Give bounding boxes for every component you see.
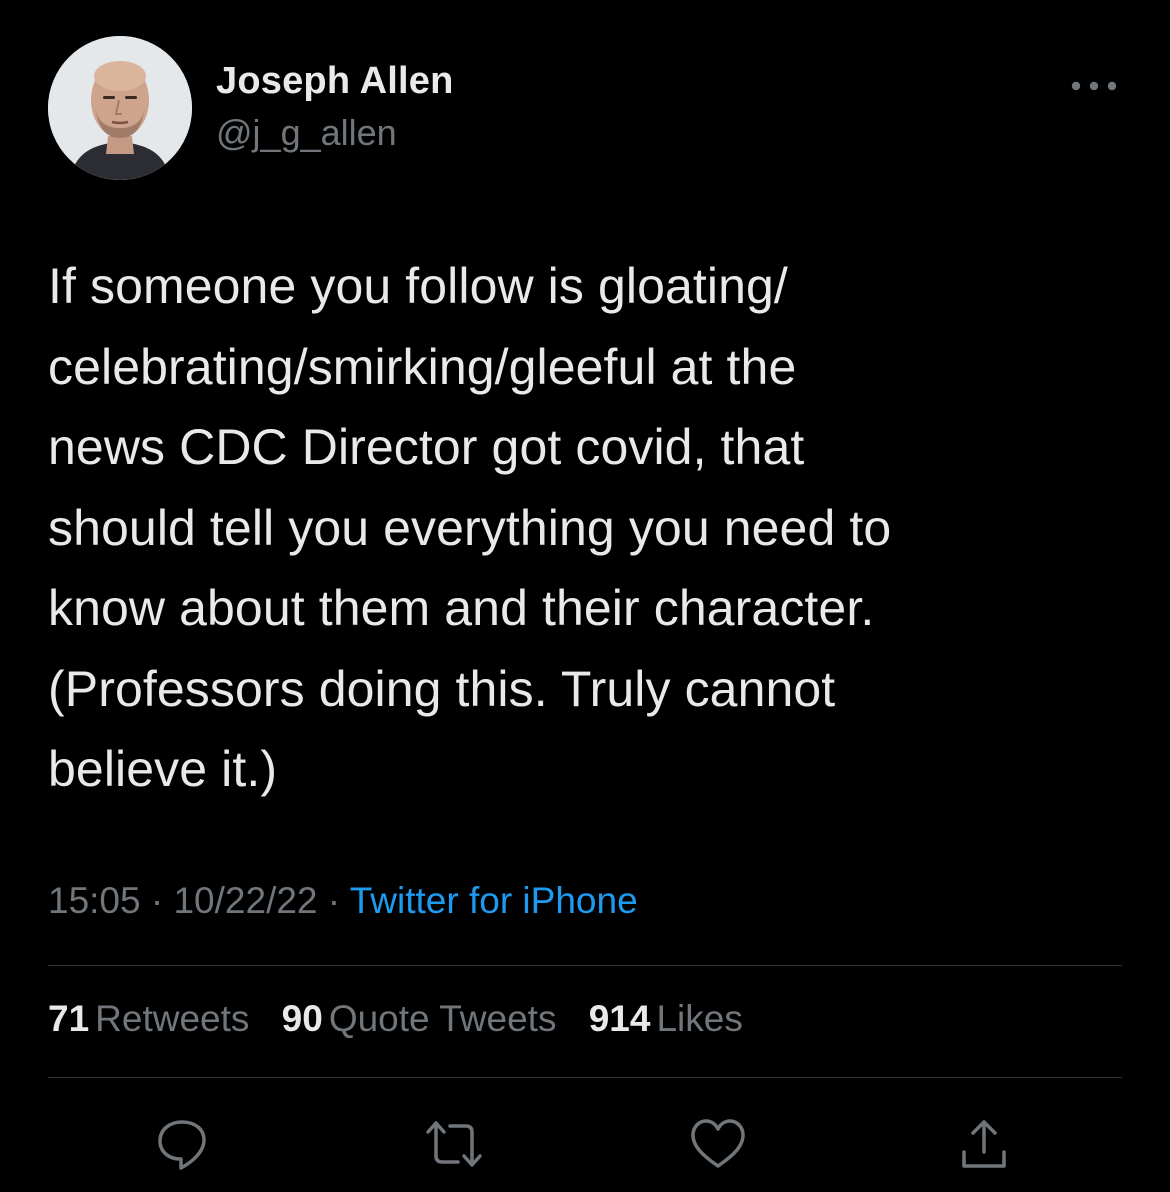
divider <box>48 1077 1122 1078</box>
likes-label: Likes <box>656 998 743 1039</box>
quote-tweets-label: Quote Tweets <box>328 998 557 1039</box>
retweet-button[interactable] <box>422 1112 486 1176</box>
avatar[interactable] <box>48 36 192 180</box>
tweet-source-link[interactable]: Twitter for iPhone <box>350 880 638 921</box>
tweet-meta: 15:05 · 10/22/22 · Twitter for iPhone <box>48 880 638 922</box>
reply-icon <box>158 1120 206 1170</box>
tweet-time[interactable]: 15:05 <box>48 880 141 921</box>
heart-icon <box>691 1119 745 1168</box>
reply-button[interactable] <box>150 1112 214 1176</box>
tweet-stats: 71 Retweets 90 Quote Tweets 914 Likes <box>48 998 765 1040</box>
user-handle[interactable]: @j_g_allen <box>216 112 397 154</box>
more-options-button[interactable] <box>1064 68 1124 104</box>
meta-separator: · <box>317 880 350 921</box>
avatar-photo <box>48 36 192 180</box>
quote-tweets-count: 90 <box>281 998 323 1039</box>
share-button[interactable] <box>952 1112 1016 1176</box>
divider <box>48 965 1122 966</box>
retweet-icon <box>426 1121 482 1167</box>
likes-count: 914 <box>588 998 651 1039</box>
retweets-label: Retweets <box>95 998 250 1039</box>
retweets-count: 71 <box>48 998 90 1039</box>
tweet-text: If someone you follow is gloating/ celeb… <box>48 258 892 797</box>
meta-separator: · <box>140 880 174 921</box>
quote-tweets-stat[interactable]: 90 Quote Tweets <box>282 998 557 1040</box>
display-name[interactable]: Joseph Allen <box>216 60 454 103</box>
tweet-date[interactable]: 10/22/22 <box>173 880 317 921</box>
tweet-detail: Joseph Allen @j_g_allen If someone you f… <box>0 0 1170 1192</box>
retweets-stat[interactable]: 71 Retweets <box>48 998 249 1040</box>
likes-stat[interactable]: 914 Likes <box>589 998 743 1040</box>
more-horizontal-icon <box>1071 81 1117 91</box>
share-icon <box>962 1120 1006 1168</box>
like-button[interactable] <box>686 1112 750 1176</box>
